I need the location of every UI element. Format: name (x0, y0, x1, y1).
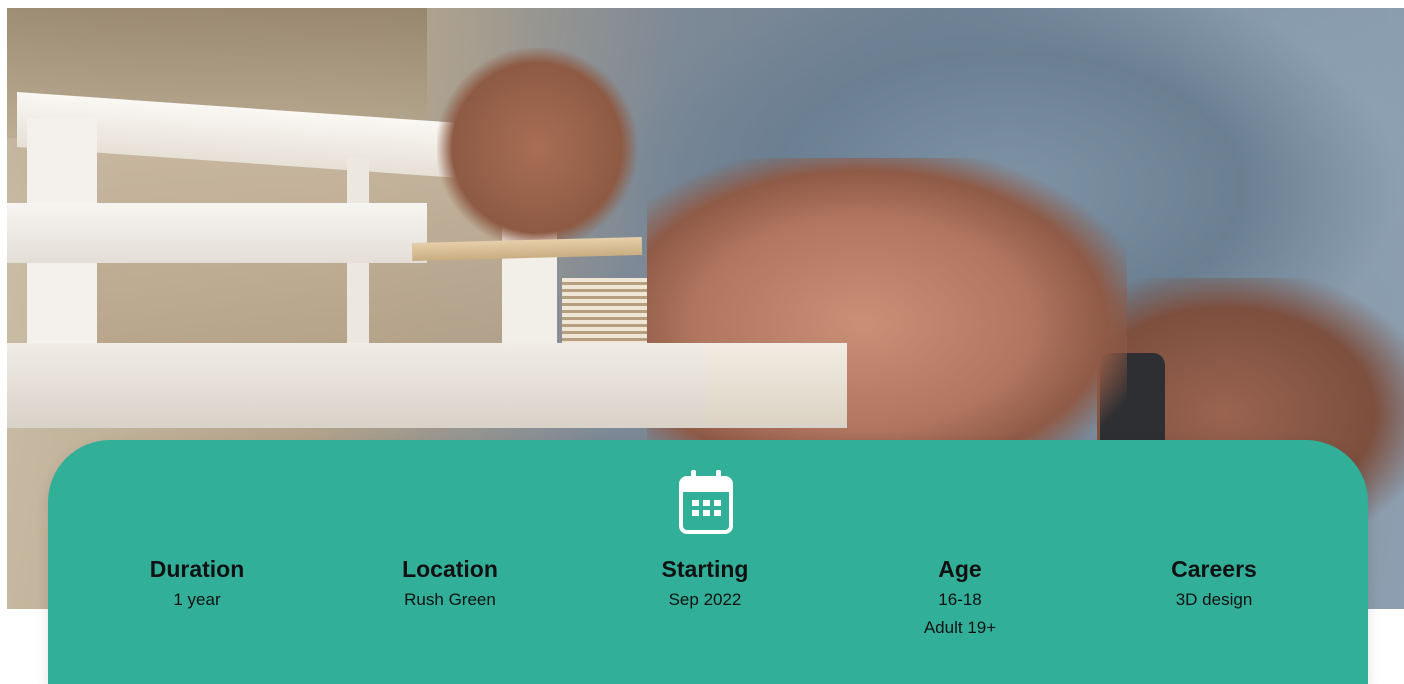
fact-title: Location (402, 556, 498, 582)
fact-value: Adult 19+ (923, 618, 997, 637)
fact-value: 16-18 (938, 590, 982, 609)
fact-value: 3D design (1175, 590, 1253, 609)
fact-value: Sep 2022 (668, 590, 742, 609)
fact-title: Age (938, 556, 982, 582)
hand (437, 48, 637, 248)
fact-starting: Starting Sep 2022 (605, 552, 805, 614)
calendar-icon (679, 470, 733, 534)
fact-age: Age 16-18 Adult 19+ (860, 552, 1060, 642)
fact-title: Careers (1171, 556, 1257, 582)
model-floor (7, 203, 427, 263)
fact-value: Rush Green (404, 590, 496, 609)
fact-title: Duration (149, 556, 245, 582)
course-info-card: Duration 1 year Location Rush Green Star… (48, 440, 1368, 684)
course-page: Duration 1 year Location Rush Green Star… (0, 0, 1404, 684)
course-facts: Duration 1 year Location Rush Green Star… (48, 552, 1368, 672)
fact-location: Location Rush Green (350, 552, 550, 614)
fact-title: Starting (661, 556, 749, 582)
fact-careers: Careers 3D design (1114, 552, 1314, 614)
fact-duration: Duration 1 year (97, 552, 297, 614)
fact-value: 1 year (173, 590, 221, 609)
